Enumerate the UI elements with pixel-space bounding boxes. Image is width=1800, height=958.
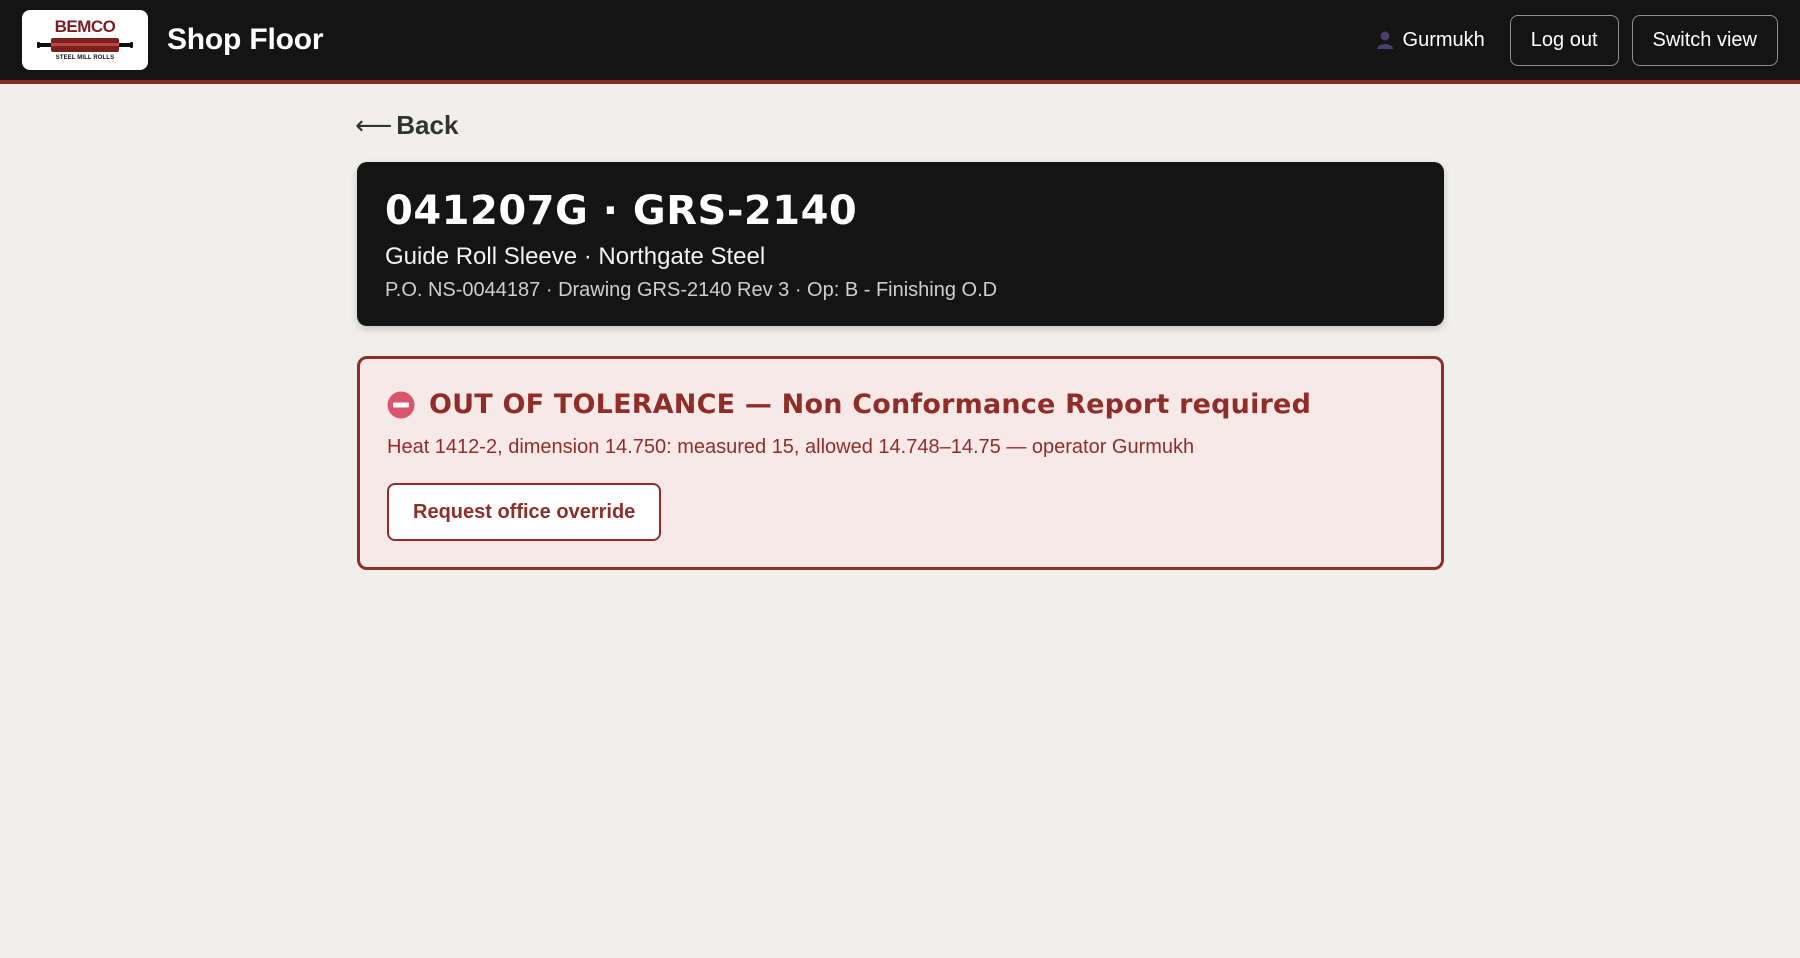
top-bar: BEMCO MACHINE WORKS LIMITED STEEL MILL R… (0, 0, 1800, 84)
job-summary-card: 041207G · GRS-2140 Guide Roll Sleeve · N… (357, 162, 1444, 326)
job-subtitle: Guide Roll Sleeve · Northgate Steel (385, 243, 766, 270)
out-of-tolerance-alert: OUT OF TOLERANCE — Non Conformance Repor… (357, 356, 1444, 570)
logout-button[interactable]: Log out (1509, 14, 1619, 66)
logo-tagline: MACHINE WORKS LIMITED (57, 32, 113, 37)
logo-subtitle: STEEL MILL ROLLS (55, 54, 115, 61)
user-name: Gurmukh (1402, 28, 1485, 51)
alert-title: OUT OF TOLERANCE — Non Conformance Repor… (429, 389, 1312, 420)
back-link[interactable]: ⟵ Back (355, 110, 458, 141)
header-actions: Gurmukh Log out Switch view (1375, 14, 1778, 66)
current-user: Gurmukh (1375, 29, 1485, 52)
no-entry-icon (387, 391, 415, 418)
user-icon (1376, 31, 1393, 49)
switch-view-button[interactable]: Switch view (1631, 14, 1778, 66)
alert-header: OUT OF TOLERANCE — Non Conformance Repor… (387, 389, 1414, 420)
back-label: Back (396, 110, 459, 140)
request-override-button[interactable]: Request office override (387, 483, 662, 541)
app-title: Shop Floor (167, 23, 324, 56)
left-arrow-icon: ⟵ (355, 110, 393, 140)
steel-roll-icon (37, 37, 133, 52)
job-meta: P.O. NS-0044187 · Drawing GRS-2140 Rev 3… (385, 279, 998, 301)
company-logo: BEMCO MACHINE WORKS LIMITED STEEL MILL R… (22, 10, 148, 70)
alert-detail: Heat 1412-2, dimension 14.750: measured … (387, 436, 1195, 458)
job-title: 041207G · GRS-2140 (385, 188, 858, 234)
